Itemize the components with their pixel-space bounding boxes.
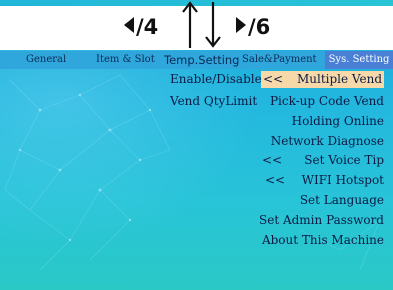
next-page-hint[interactable]: /6 bbox=[236, 14, 270, 40]
menu-item-set-admin-password[interactable]: Set Admin Password bbox=[259, 212, 384, 229]
tab-general[interactable]: General bbox=[26, 51, 66, 69]
menu-item-pickup-code-vend[interactable]: Pick-up Code Vend bbox=[270, 93, 384, 110]
next-page-label: /6 bbox=[248, 15, 271, 39]
tab-sale-payment[interactable]: Sale&Payment bbox=[242, 51, 317, 69]
settings-screen: /4 /6 General Item & Slot Temp.Setting S… bbox=[0, 0, 393, 290]
menu-item-label: Set Voice Tip bbox=[304, 153, 384, 167]
submenu-marker: << bbox=[265, 173, 286, 187]
menu-item-set-voice-tip[interactable]: << Set Voice Tip bbox=[262, 152, 384, 169]
selection-marker: << bbox=[263, 72, 284, 86]
tab-temp-setting[interactable]: Temp.Setting bbox=[164, 51, 239, 69]
tab-sys-setting[interactable]: Sys. Setting bbox=[325, 51, 393, 69]
menu-item-network-diagnose[interactable]: Network Diagnose bbox=[271, 133, 384, 150]
menu-item-set-language[interactable]: Set Language bbox=[300, 192, 384, 209]
tab-item-slot[interactable]: Item & Slot bbox=[96, 51, 155, 69]
menu-item-label: WIFI Hotspot bbox=[301, 173, 384, 187]
navigation-hint-strip: /4 /6 bbox=[0, 0, 393, 50]
up-arrow-icon[interactable] bbox=[181, 0, 199, 50]
menu-item-holding-online[interactable]: Holding Online bbox=[292, 113, 384, 130]
menu-item-multiple-vend[interactable]: << Multiple Vend bbox=[261, 71, 384, 88]
menu-item-label: Multiple Vend bbox=[296, 72, 382, 86]
down-arrow-icon[interactable] bbox=[204, 0, 222, 50]
right-triangle-icon bbox=[236, 17, 246, 33]
left-item-enable-disable[interactable]: Enable/Disable bbox=[170, 71, 262, 88]
submenu-marker: << bbox=[262, 153, 283, 167]
left-triangle-icon bbox=[124, 17, 134, 33]
settings-tab-bar: General Item & Slot Temp.Setting Sale&Pa… bbox=[0, 51, 393, 69]
menu-item-wifi-hotspot[interactable]: << WIFI Hotspot bbox=[265, 172, 384, 189]
previous-page-hint[interactable]: /4 bbox=[124, 14, 158, 40]
previous-page-label: /4 bbox=[136, 15, 159, 39]
menu-item-about-this-machine[interactable]: About This Machine bbox=[262, 232, 384, 249]
left-item-vend-qty-limit[interactable]: Vend QtyLimit bbox=[170, 93, 257, 110]
